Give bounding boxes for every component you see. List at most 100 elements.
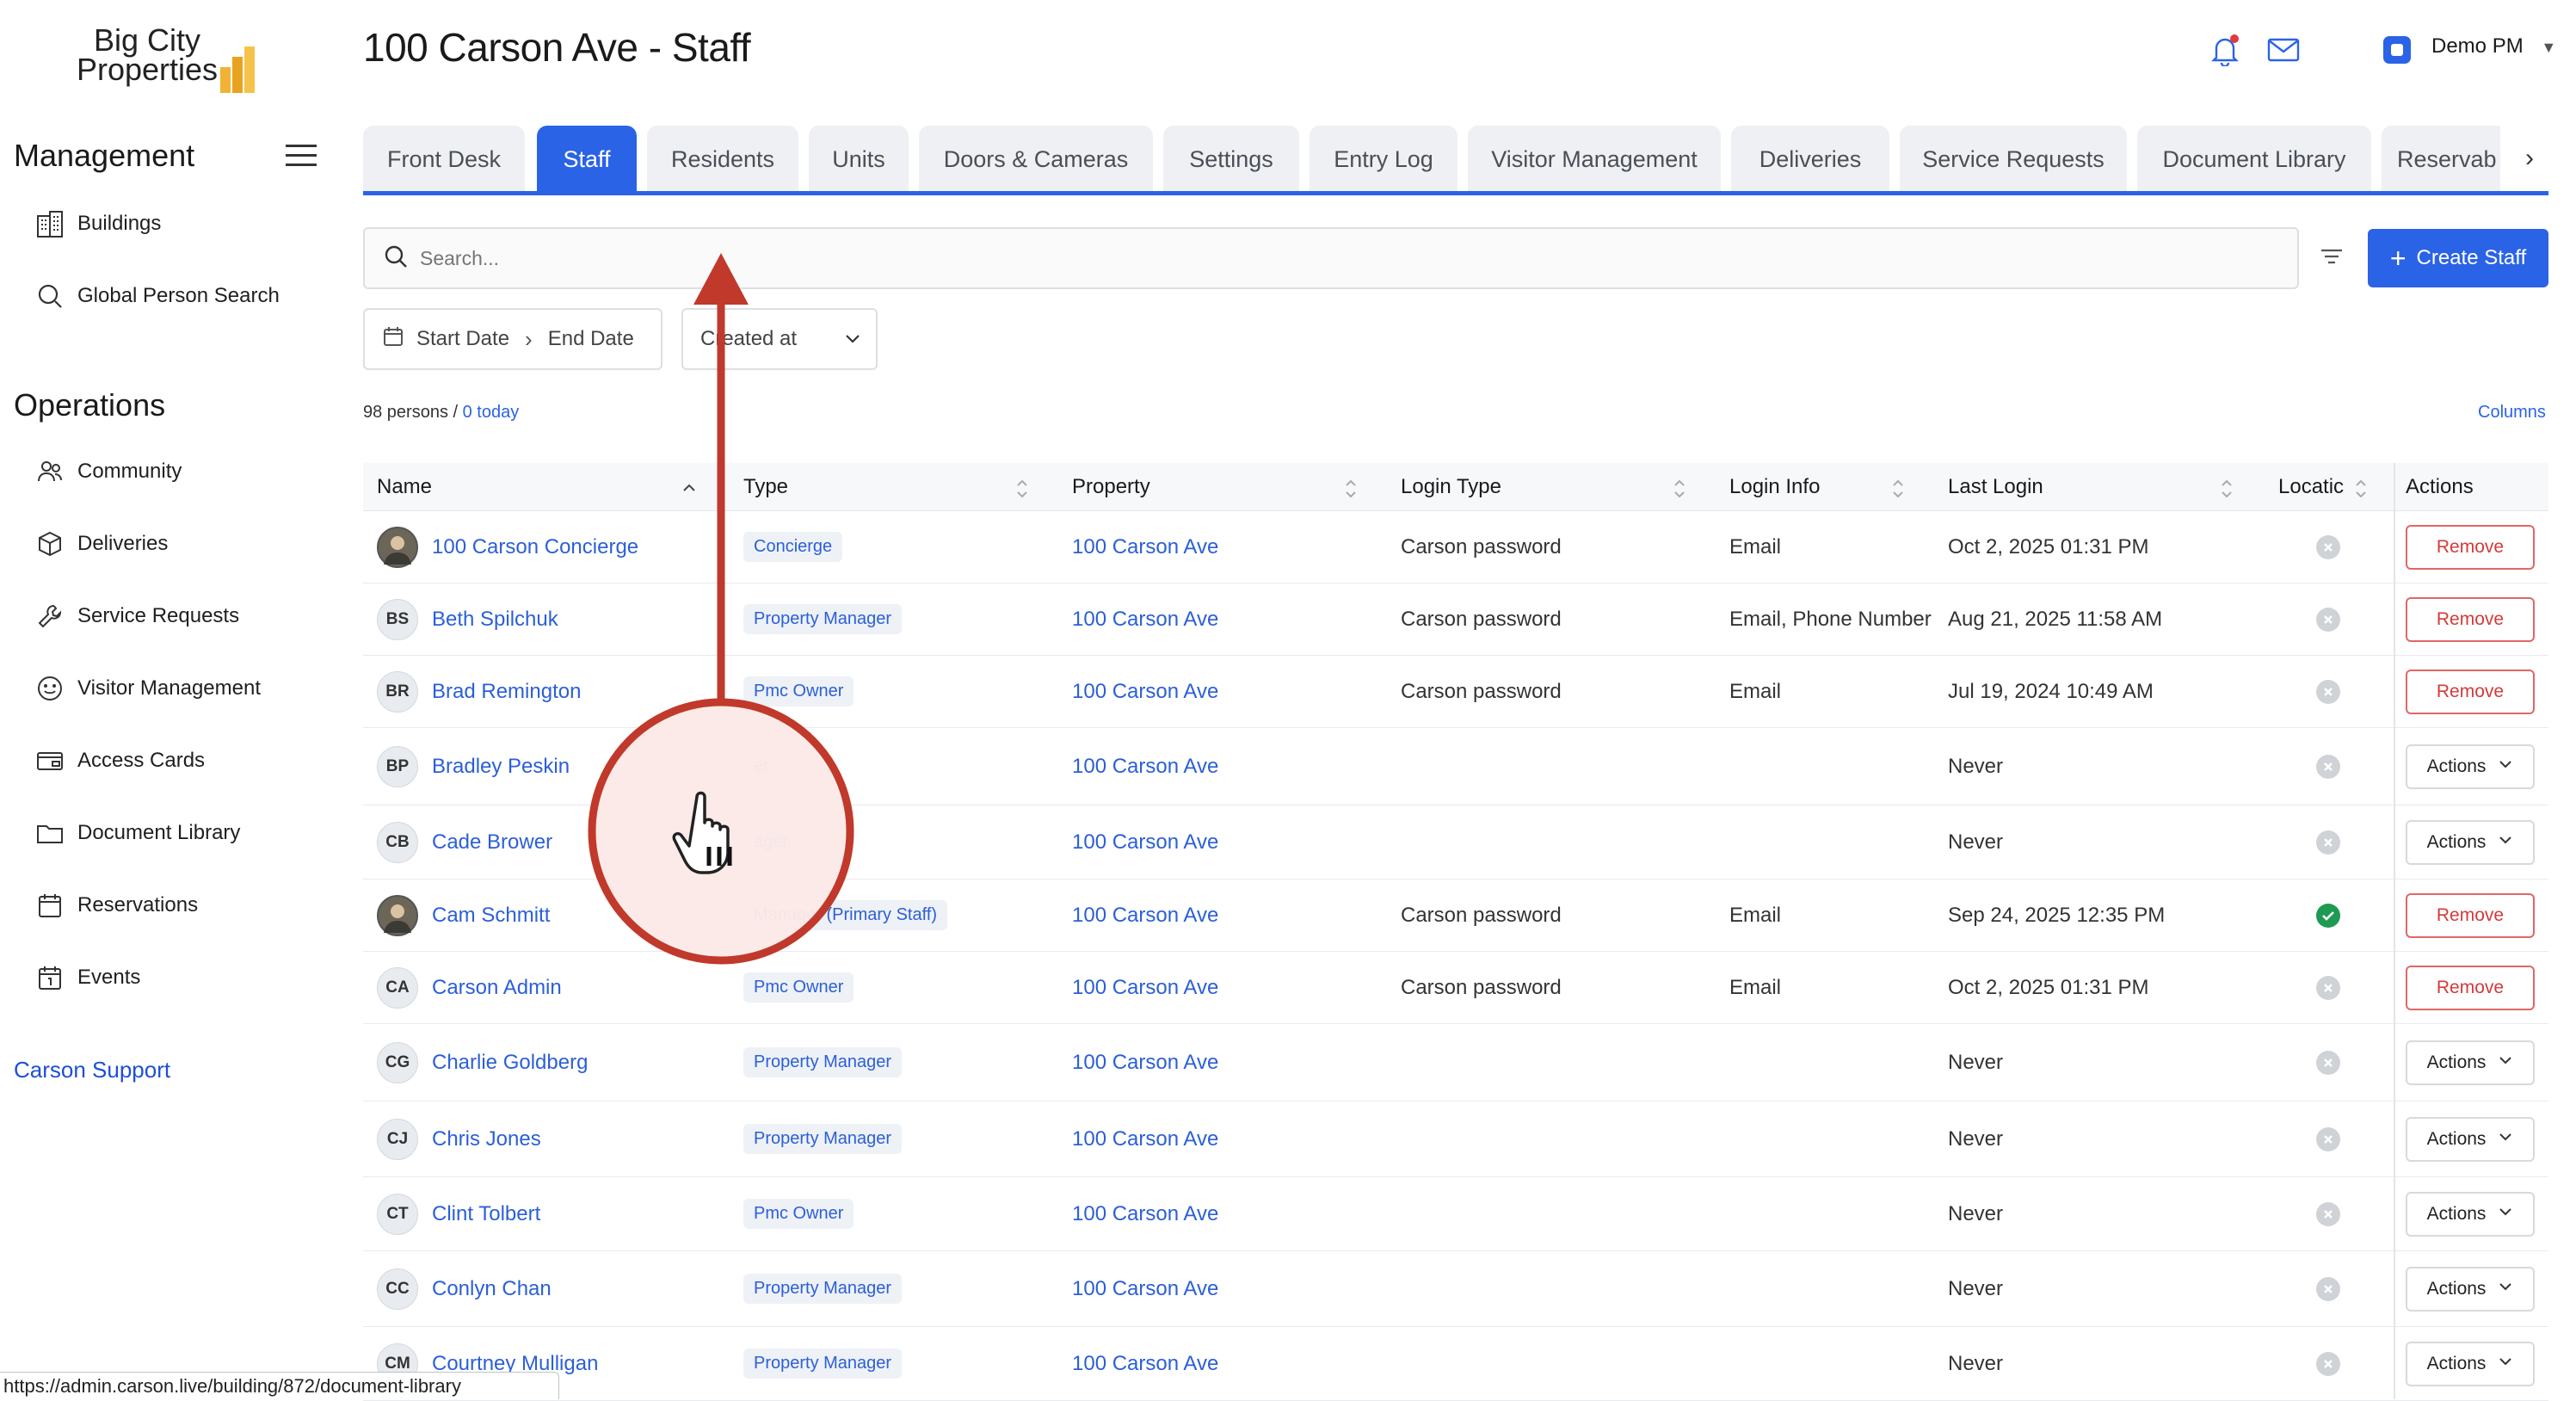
table-row[interactable]: CC Conlyn Chan Property Manager 100 Carson … <box>363 1251 2548 1327</box>
actions-dropdown[interactable]: Actions <box>2406 1116 2535 1162</box>
property-link[interactable]: 100 Carson Ave <box>1072 805 1218 879</box>
tabs-scroll-right-icon[interactable]: › <box>2514 141 2545 176</box>
remove-button[interactable]: Remove <box>2406 669 2535 714</box>
table-row[interactable]: CA Carson Admin Pmc Owner 100 Carson Ave Car… <box>363 952 2548 1024</box>
sort-ascending-icon[interactable] <box>681 477 695 499</box>
remove-button[interactable]: Remove <box>2406 524 2535 570</box>
user-menu[interactable]: Demo PM ▼ <box>2431 34 2556 59</box>
sidebar-item-deliveries[interactable]: Deliveries <box>34 518 168 570</box>
filter-icon[interactable] <box>2316 241 2351 275</box>
property-link[interactable]: 100 Carson Ave <box>1072 728 1218 805</box>
table-row[interactable]: Cam Schmitt Manager (Primary Staff) 100 Ca… <box>363 879 2548 952</box>
staff-name-link[interactable]: Chris Jones <box>432 1102 541 1176</box>
tab-deliveries[interactable]: Deliveries <box>1731 126 1889 193</box>
column-location[interactable]: Locatic <box>2278 463 2344 511</box>
end-date[interactable]: End Date <box>548 327 634 351</box>
sidebar-item-visitor-management[interactable]: Visitor Management <box>34 663 261 714</box>
actions-dropdown[interactable]: Actions <box>2406 819 2535 865</box>
tab-settings[interactable]: Settings <box>1163 126 1299 193</box>
sort-icon[interactable] <box>1015 477 1027 499</box>
column-login-info[interactable]: Login Info <box>1729 463 1820 511</box>
sidebar-item-service-requests[interactable]: Service Requests <box>34 590 239 642</box>
column-login-type[interactable]: Login Type <box>1401 463 1501 511</box>
remove-button[interactable]: Remove <box>2406 892 2535 938</box>
tab-staff[interactable]: Staff <box>537 126 637 193</box>
table-row[interactable]: CT Clint Tolbert Pmc Owner 100 Carson Ave Ne… <box>363 1177 2548 1251</box>
column-property[interactable]: Property <box>1072 463 1150 511</box>
sort-select[interactable]: Created at <box>681 308 878 370</box>
tab-front-desk[interactable]: Front Desk <box>363 126 525 193</box>
staff-name-link[interactable]: Cam Schmitt <box>432 879 550 951</box>
table-row[interactable]: CG Charlie Goldberg Property Manager 100 Ca… <box>363 1024 2548 1102</box>
staff-name-link[interactable]: Beth Spilchuk <box>432 583 558 655</box>
sort-icon[interactable] <box>1673 477 1685 499</box>
sort-icon[interactable] <box>2354 477 2366 499</box>
sidebar-item-events[interactable]: Events <box>34 952 140 1003</box>
staff-name-link[interactable]: Carson Admin <box>432 952 562 1023</box>
table-row[interactable]: BR Brad Remington Pmc Owner 100 Carson Ave C… <box>363 656 2548 728</box>
property-link[interactable]: 100 Carson Ave <box>1072 1102 1218 1176</box>
table-row[interactable]: BP Bradley Peskin er 100 Carson Ave Never Act… <box>363 728 2548 805</box>
staff-name-link[interactable]: Bradley Peskin <box>432 728 570 805</box>
tab-doors-cameras[interactable]: Doors & Cameras <box>919 126 1153 193</box>
sidebar-item-reservations[interactable]: Reservations <box>34 879 198 931</box>
brand-logo[interactable]: Big City Properties <box>74 25 272 95</box>
property-link[interactable]: 100 Carson Ave <box>1072 656 1218 727</box>
property-link[interactable]: 100 Carson Ave <box>1072 1177 1218 1250</box>
staff-name-link[interactable]: 100 Carson Concierge <box>432 511 638 583</box>
sidebar-item-document-library[interactable]: Document Library <box>34 807 240 859</box>
menu-toggle-icon[interactable] <box>286 143 318 169</box>
actions-dropdown[interactable]: Actions <box>2406 1341 2535 1386</box>
sort-icon[interactable] <box>1344 477 1356 499</box>
columns-link[interactable]: Columns <box>2478 403 2546 423</box>
column-type[interactable]: Type <box>743 463 788 511</box>
date-range-picker[interactable]: Start Date › End Date <box>363 308 662 370</box>
table-row[interactable]: CB Cade Brower ager 100 Carson Ave Never Acti… <box>363 805 2548 879</box>
tab-residents[interactable]: Residents <box>647 126 798 193</box>
table-row[interactable]: CJ Chris Jones Property Manager 100 Carson … <box>363 1102 2548 1177</box>
sort-icon[interactable] <box>1891 477 1903 499</box>
remove-button[interactable]: Remove <box>2406 965 2535 1010</box>
create-staff-button[interactable]: + Create Staff <box>2368 229 2548 287</box>
tab-entry-log[interactable]: Entry Log <box>1310 126 1457 193</box>
tab-service-requests[interactable]: Service Requests <box>1900 126 2127 193</box>
tab-reservations[interactable]: Reservab <box>2382 126 2500 193</box>
sidebar-item-access-cards[interactable]: Access Cards <box>34 735 205 787</box>
tab-units[interactable]: Units <box>809 126 909 193</box>
carson-support-link[interactable]: Carson Support <box>14 1057 170 1083</box>
messages-mail-icon[interactable] <box>2266 33 2301 67</box>
sort-icon[interactable] <box>2220 477 2232 499</box>
staff-name-link[interactable]: Brad Remington <box>432 656 581 727</box>
property-link[interactable]: 100 Carson Ave <box>1072 1024 1218 1101</box>
property-link[interactable]: 100 Carson Ave <box>1072 952 1218 1023</box>
staff-name-link[interactable]: Clint Tolbert <box>432 1177 540 1250</box>
search-box[interactable] <box>363 227 2299 289</box>
sidebar-item-global-person-search[interactable]: Global Person Search <box>34 270 280 322</box>
property-link[interactable]: 100 Carson Ave <box>1072 1251 1218 1326</box>
sidebar-item-buildings[interactable]: Buildings <box>34 198 161 250</box>
staff-name-link[interactable]: Charlie Goldberg <box>432 1024 588 1101</box>
property-link[interactable]: 100 Carson Ave <box>1072 879 1218 951</box>
actions-dropdown[interactable]: Actions <box>2406 1266 2535 1312</box>
notifications-bell-icon[interactable] <box>2208 33 2242 67</box>
property-link[interactable]: 100 Carson Ave <box>1072 511 1218 583</box>
property-link[interactable]: 100 Carson Ave <box>1072 583 1218 655</box>
actions-dropdown[interactable]: Actions <box>2406 1191 2535 1237</box>
table-row[interactable]: CM Courtney Mulligan Property Manager 100 C… <box>363 1327 2548 1401</box>
tab-visitor-management[interactable]: Visitor Management <box>1468 126 1721 193</box>
table-row[interactable]: 100 Carson Concierge Concierge 100 Carson … <box>363 511 2548 583</box>
actions-dropdown[interactable]: Actions <box>2406 744 2535 789</box>
table-row[interactable]: BS Beth Spilchuk Property Manager 100 Carso… <box>363 583 2548 656</box>
property-link[interactable]: 100 Carson Ave <box>1072 1327 1218 1400</box>
search-input[interactable] <box>418 245 1967 271</box>
sidebar-item-community[interactable]: Community <box>34 446 182 497</box>
staff-name-link[interactable]: Conlyn Chan <box>432 1251 552 1326</box>
tab-document-library[interactable]: Document Library <box>2137 126 2371 193</box>
staff-name-link[interactable]: Cade Brower <box>432 805 552 879</box>
column-last-login[interactable]: Last Login <box>1948 463 2043 511</box>
start-date[interactable]: Start Date <box>416 327 509 351</box>
remove-button[interactable]: Remove <box>2406 596 2535 642</box>
actions-dropdown[interactable]: Actions <box>2406 1040 2535 1085</box>
column-name[interactable]: Name <box>377 463 432 511</box>
today-count-link[interactable]: 0 today <box>463 403 520 422</box>
